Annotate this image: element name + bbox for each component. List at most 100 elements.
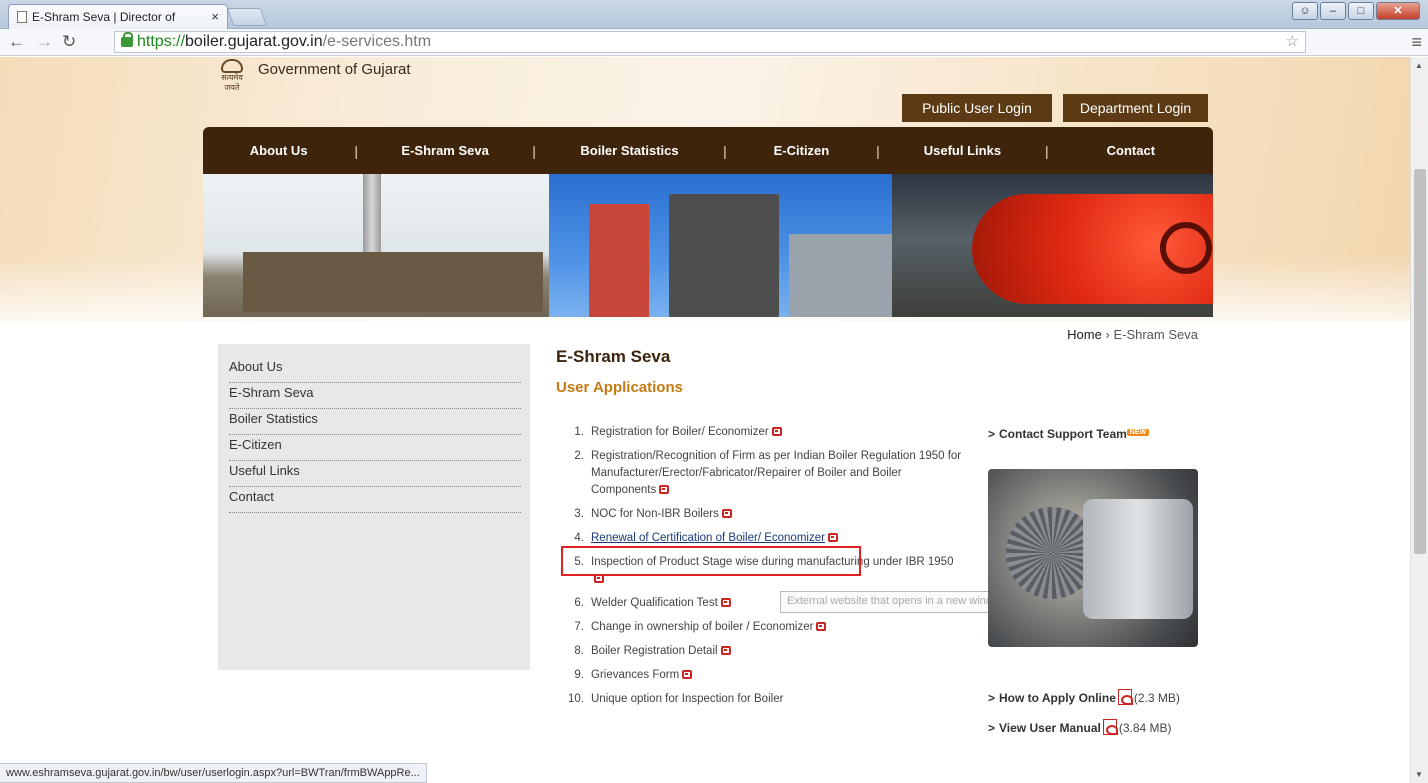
how-to-apply-link[interactable]: > How to Apply Online (2.3 MB)	[988, 689, 1180, 705]
list-number: 3.	[574, 508, 584, 520]
external-link-icon	[721, 509, 732, 518]
right-column: > Contact Support Team NEW	[988, 427, 1208, 647]
external-link-icon	[827, 533, 838, 542]
boiler-ring	[1160, 222, 1212, 274]
structure-frame	[669, 194, 779, 317]
vertical-scrollbar[interactable]: ▲ ▼	[1410, 57, 1428, 783]
scroll-down-icon[interactable]: ▼	[1415, 770, 1423, 779]
application-link[interactable]: Welder Qualification Test	[591, 597, 718, 609]
sidebar-item-contact[interactable]: Contact	[229, 487, 521, 513]
list-number: 9.	[574, 669, 584, 681]
plant-building	[243, 252, 543, 312]
list-number: 6.	[574, 597, 584, 609]
sidebar-item-about-us[interactable]: About Us	[229, 357, 521, 383]
sidebar-item-boiler-statistics[interactable]: Boiler Statistics	[229, 409, 521, 435]
contact-support-link[interactable]: > Contact Support Team NEW	[988, 427, 1208, 441]
nav-e-shram-seva[interactable]: E-Shram Seva	[358, 143, 532, 158]
renewal-certification-link[interactable]: Renewal of Certification of Boiler/ Econ…	[591, 532, 825, 544]
window-controls: ☺ – □ ✕	[1292, 2, 1420, 20]
scroll-up-icon[interactable]: ▲	[1415, 61, 1423, 70]
emblem-icon	[221, 59, 243, 73]
banner-images	[203, 174, 1213, 317]
user-manual-label: View User Manual	[999, 721, 1101, 735]
banner-image-plant	[203, 174, 549, 317]
highlight-box	[561, 546, 861, 576]
external-link-icon	[659, 485, 670, 494]
nav-e-citizen[interactable]: E-Citizen	[727, 143, 876, 158]
list-item[interactable]: 8. Boiler Registration Detail	[556, 643, 966, 660]
url-scheme: https://	[137, 33, 186, 50]
sidebar-item-useful-links[interactable]: Useful Links	[229, 461, 521, 487]
list-item[interactable]: 7. Change in ownership of boiler / Econom…	[556, 619, 966, 636]
close-window-button[interactable]: ✕	[1376, 2, 1420, 20]
emblem-text: सत्यमेव जयते	[221, 73, 243, 92]
bookmark-star-icon[interactable]: ☆	[1286, 32, 1299, 50]
breadcrumb: Home › E-Shram Seva	[1067, 327, 1198, 342]
application-link[interactable]: Grievances Form	[591, 669, 679, 681]
department-login-button[interactable]: Department Login	[1063, 94, 1208, 122]
nav-boiler-statistics[interactable]: Boiler Statistics	[536, 143, 723, 158]
application-link[interactable]: Registration/Recognition of Firm as per …	[591, 450, 961, 496]
user-icon[interactable]: ☺	[1292, 2, 1318, 20]
nav-contact[interactable]: Contact	[1049, 143, 1213, 158]
external-link-icon	[816, 622, 827, 631]
page-viewport: सत्यमेव जयते Government of Gujarat Publi…	[0, 57, 1410, 783]
application-link[interactable]: Unique option for Inspection for Boiler	[591, 693, 783, 705]
list-number: 8.	[574, 645, 584, 657]
tab-close-icon[interactable]: ×	[211, 9, 219, 24]
back-icon[interactable]: ←	[8, 32, 25, 52]
sidebar-item-e-shram-seva[interactable]: E-Shram Seva	[229, 383, 521, 409]
forward-icon[interactable]: →	[36, 32, 53, 52]
minimize-button[interactable]: –	[1320, 2, 1346, 20]
reload-icon[interactable]: ↻	[62, 32, 76, 52]
application-link[interactable]: Registration for Boiler/ Economizer	[591, 426, 769, 438]
list-number: 10.	[568, 693, 584, 705]
list-item[interactable]: 1. Registration for Boiler/ Economizer	[556, 424, 966, 441]
browser-tab[interactable]: E-Shram Seva | Director of ×	[8, 4, 228, 29]
list-number: 7.	[574, 621, 584, 633]
nav-useful-links[interactable]: Useful Links	[880, 143, 1045, 158]
site-title: Government of Gujarat	[258, 61, 411, 78]
scrollbar-thumb[interactable]	[1414, 169, 1426, 554]
external-link-icon	[720, 646, 731, 655]
maximize-button[interactable]: □	[1348, 2, 1374, 20]
application-link[interactable]: NOC for Non-IBR Boilers	[591, 508, 719, 520]
user-manual-link[interactable]: > View User Manual (3.84 MB)	[988, 719, 1172, 735]
structure-red	[589, 204, 649, 317]
list-item[interactable]: 2. Registration/Recognition of Firm as pe…	[556, 448, 966, 499]
list-item[interactable]: 9. Grievances Form	[556, 667, 966, 684]
list-item[interactable]: 3. NOC for Non-IBR Boilers	[556, 506, 966, 523]
browser-menu-icon[interactable]: ≡	[1411, 32, 1422, 53]
structure-grey	[789, 234, 892, 317]
page-icon	[17, 11, 27, 23]
list-item[interactable]: 10. Unique option for Inspection for Boil…	[556, 691, 966, 708]
new-tab-button[interactable]	[226, 8, 268, 26]
contact-support-label: Contact Support Team	[999, 427, 1127, 441]
banner-image-structure	[549, 174, 892, 317]
list-number: 1.	[574, 426, 584, 438]
pdf-icon	[1117, 689, 1133, 705]
breadcrumb-home[interactable]: Home	[1067, 327, 1102, 342]
url-host: boiler.gujarat.gov.in	[185, 33, 323, 50]
nav-about-us[interactable]: About Us	[203, 143, 354, 158]
boiler-drum	[1083, 499, 1193, 619]
list-item[interactable]: 4. Renewal of Certification of Boiler/ Ec…	[556, 530, 966, 547]
address-bar[interactable]: https://boiler.gujarat.gov.in/e-services…	[114, 31, 1306, 53]
url-path: /e-services.htm	[322, 33, 432, 50]
sidebar-item-e-citizen[interactable]: E-Citizen	[229, 435, 521, 461]
tab-title: E-Shram Seva | Director of	[32, 10, 176, 24]
file-size: (3.84 MB)	[1118, 721, 1172, 735]
browser-toolbar: ← → ↻ https://boiler.gujarat.gov.in/e-se…	[0, 29, 1428, 56]
application-link[interactable]: Boiler Registration Detail	[591, 645, 718, 657]
public-login-button[interactable]: Public User Login	[902, 94, 1052, 122]
red-boiler	[972, 194, 1213, 304]
external-link-icon	[682, 670, 693, 679]
chevron-right-icon: >	[988, 721, 996, 735]
list-number: 4.	[574, 532, 584, 544]
application-link[interactable]: Change in ownership of boiler / Economiz…	[591, 621, 813, 633]
external-link-icon	[720, 598, 731, 607]
new-badge: NEW	[1126, 429, 1150, 436]
section-title: User Applications	[556, 379, 683, 396]
site-header: सत्यमेव जयते Government of Gujarat Publi…	[203, 57, 1213, 127]
file-size: (2.3 MB)	[1133, 691, 1180, 705]
